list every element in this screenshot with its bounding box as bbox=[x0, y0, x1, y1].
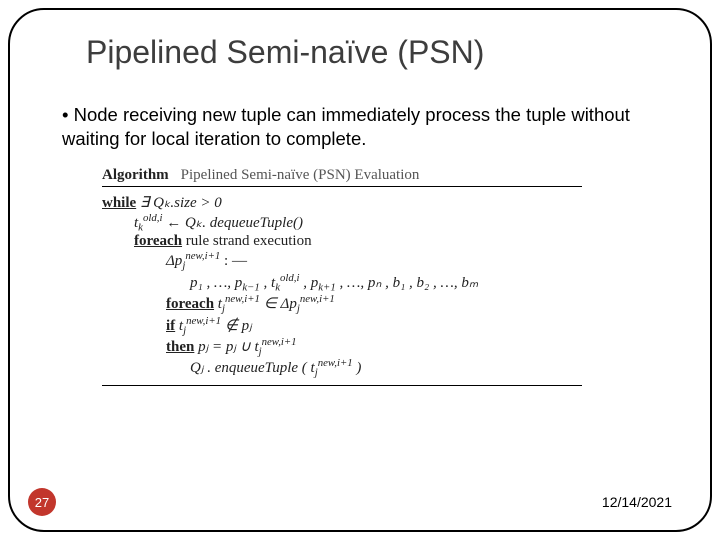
page-number-badge: 27 bbox=[28, 488, 56, 516]
algo-dequeue: tkold,i ← Qₖ. dequeueTuple() bbox=[102, 212, 582, 233]
algorithm-body: while ∃ Qₖ.size > 0 tkold,i ← Qₖ. dequeu… bbox=[102, 191, 582, 386]
algo-foreach-rule: foreach rule strand execution bbox=[102, 233, 582, 250]
algo-rule-body: p₁ , …, pk−1 , tkold,i , pk+1 , …, pₙ , … bbox=[102, 272, 582, 293]
algorithm-label: Algorithm bbox=[102, 167, 169, 184]
algo-while: while ∃ Qₖ.size > 0 bbox=[102, 193, 582, 212]
slide-footer: 27 12/14/2021 bbox=[10, 488, 710, 516]
algo-if: if tjnew,i+1 ∉ pⱼ bbox=[102, 315, 582, 336]
bullet-text: • Node receiving new tuple can immediate… bbox=[10, 79, 710, 151]
algorithm-caption: Pipelined Semi-naïve (PSN) Evaluation bbox=[181, 167, 420, 184]
algo-foreach-t: foreach tjnew,i+1 ∈ Δpjnew,i+1 bbox=[102, 293, 582, 314]
algo-enqueue: Qⱼ . enqueueTuple ( tjnew,i+1 ) bbox=[102, 357, 582, 378]
algorithm-block: Algorithm Pipelined Semi-naïve (PSN) Eva… bbox=[102, 167, 582, 386]
slide-date: 12/14/2021 bbox=[602, 494, 672, 510]
slide-title: Pipelined Semi-naïve (PSN) bbox=[10, 34, 710, 79]
algorithm-header: Algorithm Pipelined Semi-naïve (PSN) Eva… bbox=[102, 167, 582, 187]
algo-then: then pⱼ = pⱼ ∪ tjnew,i+1 bbox=[102, 336, 582, 357]
algo-delta-head: Δpjnew,i+1 : — bbox=[102, 250, 582, 271]
slide-frame: Pipelined Semi-naïve (PSN) • Node receiv… bbox=[8, 8, 712, 532]
